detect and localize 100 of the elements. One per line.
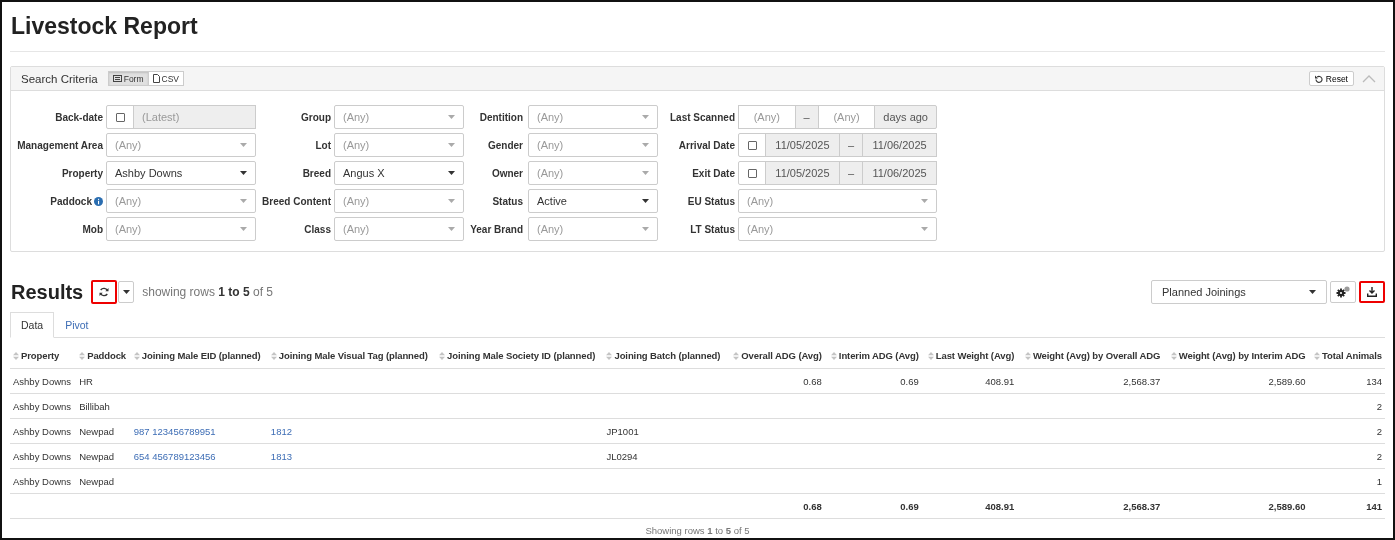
column-header[interactable]: Paddock	[87, 350, 127, 362]
caret-icon	[240, 227, 247, 231]
field-label: Breed Content	[262, 195, 331, 207]
table-cell: 1	[1376, 475, 1382, 487]
table-link[interactable]: 654 456789123456	[133, 450, 216, 462]
sort-icon	[1024, 351, 1031, 360]
tab[interactable]: Pivot	[54, 312, 100, 338]
column-header[interactable]: Total Animals	[1322, 350, 1382, 362]
sort-icon	[79, 351, 86, 360]
caret-icon	[240, 171, 247, 175]
table-cell: HR	[79, 375, 93, 387]
dropdown-button[interactable]	[118, 281, 135, 303]
column-header[interactable]: Overall ADG (Avg)	[741, 350, 822, 362]
field-label: LT Status	[690, 223, 735, 235]
refresh-button[interactable]	[91, 280, 118, 304]
caret-icon	[642, 171, 649, 175]
sort-icon	[270, 351, 277, 360]
table-link[interactable]: 1813	[270, 450, 292, 462]
unit-label: days ago	[874, 105, 937, 129]
date-separator: –	[847, 139, 855, 151]
field-label: Property	[61, 167, 103, 179]
select-field[interactable]: Active	[528, 189, 658, 213]
refresh-icon	[99, 287, 110, 297]
date-field[interactable]: 11/05/2025	[765, 133, 840, 157]
mode-toggle[interactable]: CSV	[147, 71, 185, 86]
table-cell: 408.91	[985, 375, 1015, 387]
total-cell: 0.68	[803, 500, 822, 512]
field-label: Owner	[491, 167, 523, 179]
input-field[interactable]: (Any)	[817, 105, 876, 129]
table-cell: 2	[1376, 450, 1382, 462]
caret-icon	[642, 199, 649, 203]
download-button[interactable]	[1359, 281, 1385, 303]
caret-icon	[921, 227, 928, 231]
total-cell: 408.91	[985, 500, 1015, 512]
table-cell: JL0294	[606, 450, 638, 462]
table-cell: Ashby Downs	[13, 400, 72, 412]
caret-icon	[448, 171, 455, 175]
column-header[interactable]: Last Weight (Avg)	[935, 350, 1015, 362]
field-label: Back-date	[55, 111, 103, 123]
total-cell: 2,568.37	[1123, 500, 1161, 512]
date-separator: –	[847, 167, 855, 179]
date-field[interactable]: 11/06/2025	[862, 133, 937, 157]
column-header[interactable]: Weight (Avg) by Overall ADG	[1032, 350, 1161, 362]
row-summary: Showing rows 1 to 5 of 5	[645, 525, 750, 536]
sort-icon	[13, 351, 19, 360]
date-field[interactable]: 11/06/2025	[862, 161, 937, 185]
checkbox[interactable]	[747, 140, 757, 150]
column-header[interactable]: Weight (Avg) by Interim ADG	[1178, 350, 1306, 362]
select-field[interactable]: Ashby Downs	[106, 161, 256, 185]
table-link[interactable]: 1812	[270, 425, 292, 437]
table-cell: Ashby Downs	[13, 425, 72, 437]
undo-icon	[1314, 74, 1323, 83]
field-label: Arrival Date	[678, 139, 735, 151]
table-link[interactable]: 987 123456789951	[133, 425, 216, 437]
sort-icon	[1314, 351, 1321, 360]
column-header[interactable]: Joining Male Society ID (planned)	[447, 350, 596, 362]
column-header[interactable]: Joining Male Visual Tag (planned)	[278, 350, 428, 362]
sort-icon	[1170, 351, 1177, 360]
sort-icon	[830, 351, 837, 360]
caret-icon	[240, 199, 247, 203]
column-header[interactable]: Interim ADG (Avg)	[838, 350, 919, 362]
collapse-icon	[1362, 74, 1376, 83]
table-cell: Newpad	[79, 475, 114, 487]
checkbox[interactable]	[747, 168, 757, 178]
mode-toggle[interactable]: Form	[107, 71, 149, 86]
range-separator: –	[794, 105, 819, 129]
reset-button[interactable]: Reset	[1308, 71, 1354, 86]
field-label: Dentition	[479, 111, 523, 123]
page-title: Livestock Report	[11, 12, 198, 40]
input-field[interactable]: (Any)	[738, 105, 796, 129]
checkbox[interactable]	[115, 112, 125, 122]
download-icon	[1367, 287, 1377, 297]
tab[interactable]: Data	[10, 312, 55, 338]
total-cell: 0.69	[900, 500, 919, 512]
caret-icon	[448, 115, 455, 119]
field-label: Year Brand	[470, 223, 523, 235]
field-label: Breed	[302, 167, 331, 179]
settings-button[interactable]	[1330, 281, 1356, 303]
table-cell: 0.68	[803, 375, 822, 387]
table-cell: Billibah	[79, 400, 110, 412]
table-cell: Ashby Downs	[13, 375, 72, 387]
column-header[interactable]: Joining Male EID (planned)	[141, 350, 261, 362]
select-field[interactable]: Angus X	[334, 161, 464, 185]
column-header[interactable]: Property	[21, 350, 60, 362]
field-label: Status	[492, 195, 523, 207]
field-label: Gender	[488, 139, 523, 151]
column-header[interactable]: Joining Batch (planned)	[614, 350, 721, 362]
field-label: Lot	[315, 139, 331, 151]
field-label: Last Scanned	[669, 111, 735, 123]
view-select[interactable]: Planned Joinings	[1151, 280, 1327, 304]
date-field[interactable]: 11/05/2025	[765, 161, 840, 185]
caret-icon	[642, 227, 649, 231]
table-cell: 2,568.37	[1123, 375, 1161, 387]
total-cell: 141	[1366, 500, 1382, 512]
total-cell: 2,589.60	[1268, 500, 1306, 512]
table-cell: JP1001	[606, 425, 639, 437]
field-label: Group	[301, 111, 331, 123]
sort-icon	[439, 351, 446, 360]
field-label: Management Area	[17, 139, 103, 151]
settings-icon	[1336, 286, 1350, 298]
